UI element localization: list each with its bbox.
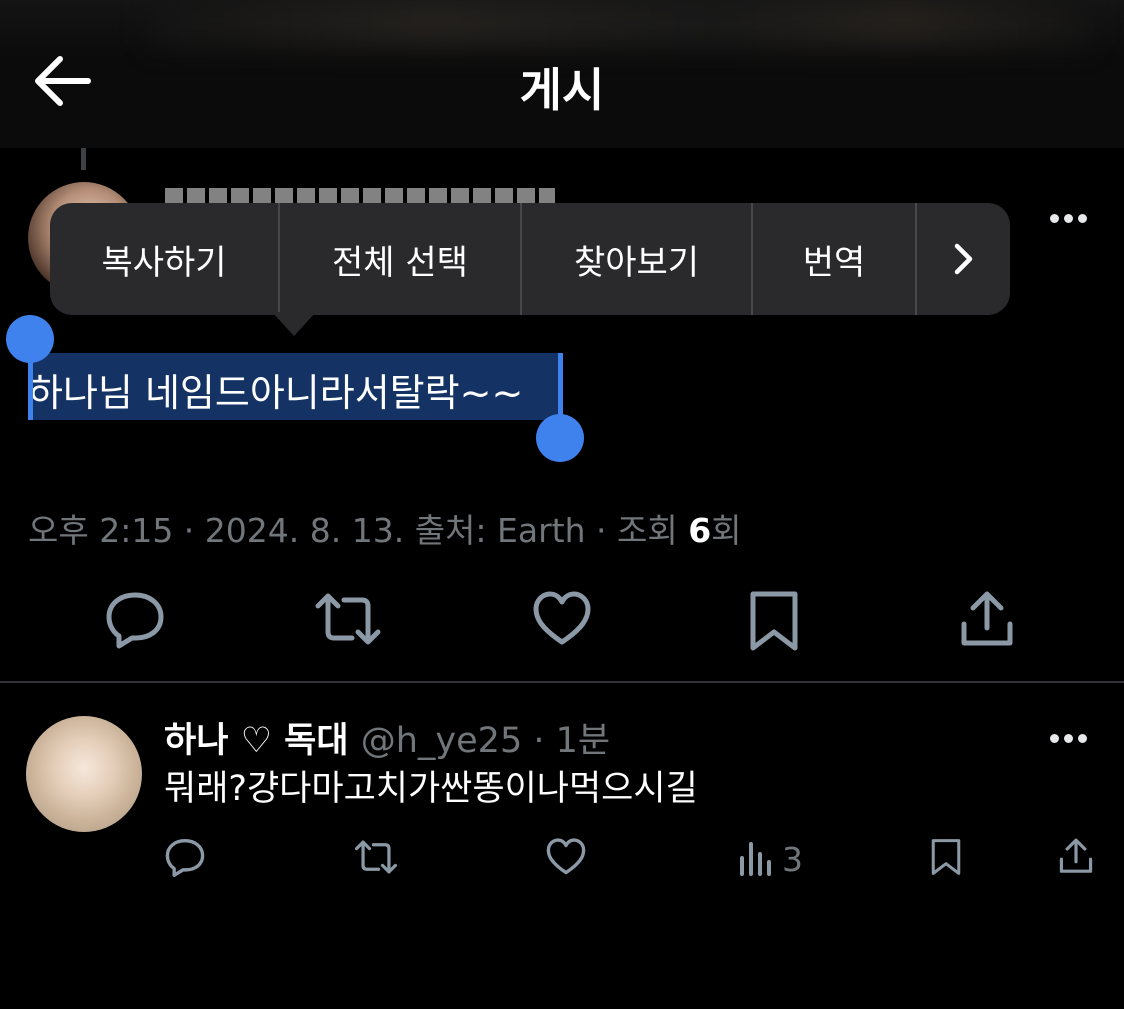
menu-pointer <box>272 312 316 336</box>
menu-item-translate[interactable]: 번역 <box>753 203 917 315</box>
text-context-menu: 복사하기 전체 선택 찾아보기 번역 <box>50 203 1010 315</box>
divider <box>0 681 1124 683</box>
like-icon[interactable] <box>545 836 587 878</box>
views-count: 3 <box>782 840 803 879</box>
reply-text: 뭐래?걍다마고치가싼똥이나먹으시길 <box>164 769 698 809</box>
top-bar: 게시 <box>0 0 1124 148</box>
like-icon[interactable] <box>531 588 593 650</box>
bookmark-icon[interactable] <box>929 836 963 878</box>
selection-start-bar <box>28 340 33 420</box>
post-action-bar <box>0 588 1124 658</box>
retweet-icon[interactable] <box>314 588 382 650</box>
menu-item-select-all[interactable]: 전체 선택 <box>280 203 522 315</box>
reply-handle: @h_ye25 · 1분 <box>360 721 611 761</box>
reply-more-options-icon[interactable] <box>1050 728 1096 743</box>
selection-end-handle[interactable] <box>536 414 584 462</box>
reply-icon[interactable] <box>104 588 166 650</box>
thread-line <box>81 148 86 170</box>
share-icon[interactable] <box>1057 836 1095 876</box>
menu-more-button[interactable] <box>917 203 1010 315</box>
views-icon[interactable] <box>738 840 774 876</box>
bookmark-icon[interactable] <box>746 588 802 654</box>
more-options-icon[interactable] <box>1050 208 1096 223</box>
menu-item-look-up[interactable]: 찾아보기 <box>522 203 753 315</box>
post-text[interactable]: 하나님 네임드아니라서탈락~~ <box>28 362 523 417</box>
post-metadata: 오후 2:15 · 2024. 8. 13. 출처: Earth · 조회 6회 <box>28 511 742 550</box>
chevron-right-icon <box>954 243 972 275</box>
retweet-icon[interactable] <box>354 836 398 878</box>
page-title: 게시 <box>519 63 605 117</box>
reply-author[interactable]: 하나 ♡ 독대 @h_ye25 · 1분 <box>164 712 610 763</box>
blurred-background <box>150 0 1090 46</box>
reply-action-bar <box>0 836 1124 886</box>
share-icon[interactable] <box>957 588 1017 650</box>
reply-avatar[interactable] <box>26 716 142 832</box>
reply-icon[interactable] <box>164 836 206 878</box>
menu-item-copy[interactable]: 복사하기 <box>50 203 280 315</box>
